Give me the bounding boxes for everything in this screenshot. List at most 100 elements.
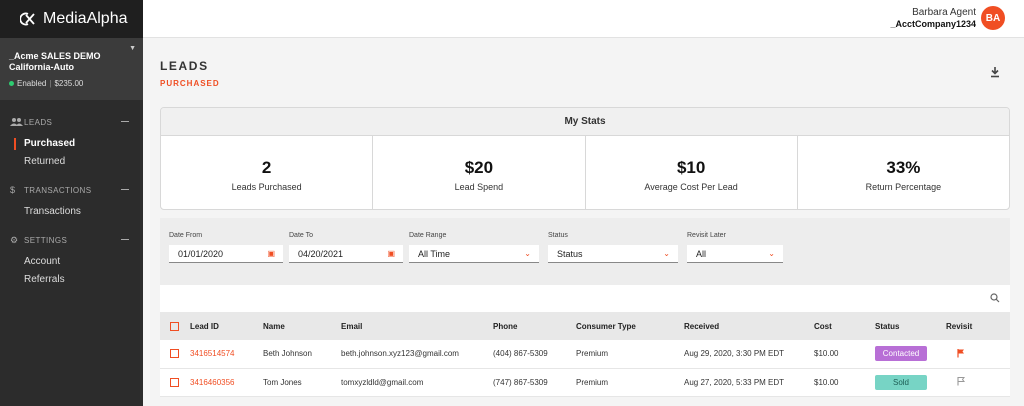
lead-received: Aug 29, 2020, 3:30 PM EDT — [684, 340, 814, 369]
calendar-icon[interactable]: ▣ — [387, 245, 395, 263]
status-divider: | — [49, 79, 52, 88]
filter-date-range: Date Range All Time ⌄ — [409, 232, 539, 263]
row-select-cell — [160, 340, 190, 369]
col-revisit[interactable]: Revisit — [946, 312, 1010, 340]
col-phone[interactable]: Phone — [493, 312, 576, 340]
lead-email: tomxyzldld@gmail.com — [341, 368, 493, 397]
stat-return-percentage: 33% Return Percentage — [798, 136, 1009, 209]
logo-icon — [20, 12, 35, 26]
sidebar-item-transactions[interactable]: Transactions — [0, 203, 143, 221]
date-to-value: 04/20/2021 — [298, 249, 344, 259]
lead-name: Beth Johnson — [263, 340, 341, 369]
date-range-select[interactable]: All Time ⌄ — [409, 245, 539, 263]
collapse-icon[interactable] — [121, 189, 129, 190]
date-range-value: All Time — [418, 249, 451, 259]
col-lead-id[interactable]: Lead ID — [190, 312, 263, 340]
sidebar-item-referrals[interactable]: Referrals — [0, 271, 143, 289]
account-name-line2: California-Auto — [9, 62, 74, 72]
table-row[interactable]: 3416514574 Beth Johnson beth.johnson.xyz… — [160, 340, 1010, 369]
lead-received: Aug 27, 2020, 5:33 PM EDT — [684, 368, 814, 397]
stat-value: 2 — [261, 158, 272, 177]
col-email[interactable]: Email — [341, 312, 493, 340]
stat-label: Lead Spend — [454, 182, 504, 192]
revisit-later-select[interactable]: All ⌄ — [687, 245, 783, 263]
account-name-line1: _Acme SALES DEMO — [9, 51, 101, 61]
filters-bar: Date From 01/01/2020 ▣ Date To 04/20/202… — [160, 218, 1010, 285]
filter-revisit-later: Revisit Later All ⌄ — [687, 232, 783, 263]
lead-name: Tom Jones — [263, 368, 341, 397]
status-value: Status — [557, 249, 583, 259]
row-checkbox[interactable] — [170, 349, 179, 359]
sidebar-item-purchased[interactable]: Purchased — [0, 135, 143, 153]
sidebar-item-returned[interactable]: Returned — [0, 153, 143, 171]
select-all-cell — [160, 312, 190, 340]
select-all-checkbox[interactable] — [170, 321, 179, 331]
sidebar: MediaAlpha _Acme SALES DEMO California-A… — [0, 0, 143, 406]
stat-label: Average Cost Per Lead — [644, 182, 738, 192]
stat-label: Return Percentage — [865, 182, 942, 192]
date-from-value: 01/01/2020 — [178, 249, 224, 259]
filter-date-from: Date From 01/01/2020 ▣ — [169, 232, 283, 263]
lead-cost: $10.00 — [814, 368, 875, 397]
status-dot — [9, 81, 14, 86]
filter-label: Date To — [289, 232, 313, 239]
chevron-down-icon: ⌄ — [663, 249, 670, 258]
stat-leads-purchased: 2 Leads Purchased — [161, 136, 374, 209]
dollar-icon: $ — [10, 185, 16, 195]
status-select[interactable]: Status ⌄ — [548, 245, 678, 263]
status-badge: Contacted — [875, 346, 927, 362]
nav-section-settings-label: SETTINGS — [24, 235, 68, 245]
sidebar-nav: LEADS Purchased Returned $ TRANSACTIONS … — [0, 100, 143, 289]
col-cost[interactable]: Cost — [814, 312, 875, 340]
lead-id-link[interactable]: 3416460356 — [190, 368, 263, 397]
flag-icon[interactable] — [956, 348, 966, 358]
account-status-text: Enabled — [17, 79, 47, 88]
lead-phone: (747) 867-5309 — [493, 368, 576, 397]
avatar[interactable]: BA — [981, 6, 1005, 30]
sidebar-item-account[interactable]: Account — [0, 253, 143, 271]
stats-panel: My Stats 2 Leads Purchased $20 Lead Spen… — [160, 107, 1010, 210]
filter-label: Date Range — [409, 232, 447, 239]
status-cell: Contacted — [875, 340, 946, 369]
table-row[interactable]: 3416460356 Tom Jones tomxyzldld@gmail.co… — [160, 368, 1010, 397]
lead-cost: $10.00 — [814, 340, 875, 369]
filter-date-to: Date To 04/20/2021 ▣ — [289, 232, 403, 263]
lead-consumer-type: Premium — [576, 368, 684, 397]
account-status: Enabled | $235.00 — [9, 79, 134, 88]
logo[interactable]: MediaAlpha — [0, 0, 143, 38]
nav-section-settings[interactable]: ⚙ SETTINGS — [0, 233, 143, 247]
nav-section-leads[interactable]: LEADS — [0, 115, 143, 129]
search-icon[interactable] — [990, 293, 1000, 303]
table-toolbar — [160, 285, 1010, 312]
leads-table: Lead ID Name Email Phone Consumer Type R… — [160, 312, 1010, 397]
user-company: _AcctCompany1234 — [890, 19, 976, 29]
gear-icon: ⚙ — [10, 234, 19, 245]
col-received[interactable]: Received — [684, 312, 814, 340]
table-header-row: Lead ID Name Email Phone Consumer Type R… — [160, 312, 1010, 340]
col-consumer-type[interactable]: Consumer Type — [576, 312, 684, 340]
chevron-down-icon: ⌄ — [524, 249, 531, 258]
caret-down-icon[interactable]: ▼ — [129, 45, 136, 52]
row-select-cell — [160, 368, 190, 397]
col-name[interactable]: Name — [263, 312, 341, 340]
stat-value: $10 — [676, 158, 706, 177]
lead-email: beth.johnson.xyz123@gmail.com — [341, 340, 493, 369]
collapse-icon[interactable] — [121, 239, 129, 240]
revisit-cell — [946, 368, 1010, 397]
lead-id-link[interactable]: 3416514574 — [190, 340, 263, 369]
nav-section-transactions[interactable]: $ TRANSACTIONS — [0, 183, 143, 197]
leads-table-panel: Lead ID Name Email Phone Consumer Type R… — [160, 285, 1010, 397]
lead-phone: (404) 867-5309 — [493, 340, 576, 369]
date-to-input[interactable]: 04/20/2021 ▣ — [289, 245, 403, 263]
col-status[interactable]: Status — [875, 312, 946, 340]
calendar-icon[interactable]: ▣ — [267, 245, 275, 263]
collapse-icon[interactable] — [121, 121, 129, 122]
filter-status: Status Status ⌄ — [548, 232, 678, 263]
row-checkbox[interactable] — [170, 377, 179, 387]
flag-outline-icon[interactable] — [956, 376, 966, 386]
user-info[interactable]: Barbara Agent _AcctCompany1234 — [890, 7, 976, 29]
download-icon[interactable] — [989, 66, 1001, 78]
account-switcher[interactable]: _Acme SALES DEMO California-Auto Enabled… — [0, 38, 143, 100]
date-from-input[interactable]: 01/01/2020 ▣ — [169, 245, 283, 263]
status-cell: Sold — [875, 368, 946, 397]
